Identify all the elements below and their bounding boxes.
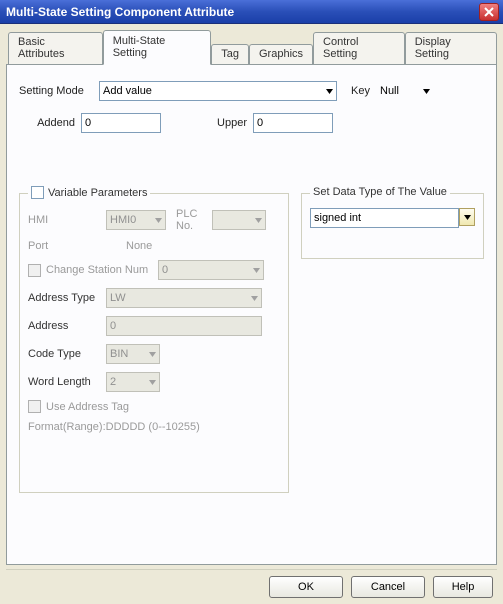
- address-type-value: LW: [110, 292, 126, 304]
- data-type-row: signed int: [310, 208, 475, 228]
- variable-parameters-group: Variable Parameters HMI HMI0 PLC No.: [19, 193, 289, 493]
- code-type-label: Code Type: [28, 348, 106, 360]
- setting-mode-combo[interactable]: Add value: [99, 81, 337, 101]
- window-title: Multi-State Setting Component Attribute: [6, 5, 479, 19]
- ok-button[interactable]: OK: [269, 576, 343, 598]
- code-type-value: BIN: [110, 348, 128, 360]
- tab-graphics[interactable]: Graphics: [249, 44, 313, 64]
- chevron-down-icon: [255, 217, 262, 224]
- change-station-combo: 0: [158, 260, 264, 280]
- lower-section: Variable Parameters HMI HMI0 PLC No.: [19, 193, 484, 493]
- data-type-value: signed int: [314, 212, 361, 224]
- port-value: None: [126, 240, 152, 252]
- chevron-down-icon: [155, 217, 162, 224]
- use-address-tag-label: Use Address Tag: [46, 401, 129, 413]
- address-label: Address: [28, 320, 106, 332]
- word-length-value: 2: [110, 376, 116, 388]
- change-station-row: Change Station Num 0: [28, 260, 280, 280]
- port-label: Port: [28, 240, 106, 252]
- chevron-down-icon: [149, 351, 156, 358]
- close-button[interactable]: [479, 3, 499, 21]
- word-length-row: Word Length 2: [28, 372, 280, 392]
- tab-multi-state-setting[interactable]: Multi-State Setting: [103, 30, 212, 65]
- key-value: Null: [380, 85, 399, 97]
- plcno-combo: [212, 210, 266, 230]
- address-type-label: Address Type: [28, 292, 106, 304]
- data-type-combo[interactable]: signed int: [310, 208, 459, 228]
- change-station-value: 0: [162, 264, 168, 276]
- chevron-down-icon: [149, 379, 156, 386]
- variable-parameters-checkbox[interactable]: [31, 186, 44, 199]
- tab-control-setting[interactable]: Control Setting: [313, 32, 405, 64]
- change-station-checkbox: [28, 264, 41, 277]
- variable-parameters-legend-text: Variable Parameters: [48, 187, 147, 199]
- tab-strip: Basic Attributes Multi-State Setting Tag…: [8, 30, 497, 64]
- help-button[interactable]: Help: [433, 576, 493, 598]
- dialog-body: Basic Attributes Multi-State Setting Tag…: [0, 24, 503, 604]
- set-data-type-legend: Set Data Type of The Value: [310, 186, 450, 198]
- port-row: Port None: [28, 240, 280, 252]
- address-type-row: Address Type LW: [28, 288, 280, 308]
- use-address-tag-row: Use Address Tag: [28, 400, 280, 413]
- setting-mode-row: Setting Mode Add value Key Null: [19, 81, 484, 101]
- chevron-down-icon: [251, 295, 258, 302]
- tab-display-setting[interactable]: Display Setting: [405, 32, 497, 64]
- address-input: [106, 316, 262, 336]
- word-length-label: Word Length: [28, 376, 106, 388]
- word-length-combo: 2: [106, 372, 160, 392]
- address-type-combo: LW: [106, 288, 262, 308]
- addend-label: Addend: [19, 117, 75, 129]
- variable-parameters-legend: Variable Parameters: [28, 186, 150, 199]
- close-icon: [484, 7, 494, 17]
- use-address-tag-checkbox: [28, 400, 41, 413]
- chevron-down-icon: [253, 267, 260, 274]
- addend-upper-row: Addend Upper: [19, 113, 484, 133]
- cancel-button[interactable]: Cancel: [351, 576, 425, 598]
- chevron-down-icon: [326, 88, 333, 95]
- set-data-type-legend-text: Set Data Type of The Value: [313, 186, 447, 198]
- chevron-down-icon: [423, 88, 430, 95]
- set-data-type-group: Set Data Type of The Value signed int: [301, 193, 484, 259]
- code-type-row: Code Type BIN: [28, 344, 280, 364]
- address-row: Address: [28, 316, 280, 336]
- dialog-button-row: OK Cancel Help: [6, 569, 497, 598]
- data-type-dropdown-button[interactable]: [459, 208, 475, 226]
- setting-mode-label: Setting Mode: [19, 85, 99, 97]
- upper-input[interactable]: [253, 113, 333, 133]
- plcno-label: PLC No.: [176, 208, 212, 232]
- hmi-row: HMI HMI0 PLC No.: [28, 208, 280, 232]
- key-label: Key: [351, 85, 377, 97]
- title-bar: Multi-State Setting Component Attribute: [0, 0, 503, 24]
- hmi-combo: HMI0: [106, 210, 166, 230]
- tab-basic-attributes[interactable]: Basic Attributes: [8, 32, 103, 64]
- chevron-down-icon: [464, 215, 471, 220]
- tab-tag[interactable]: Tag: [211, 44, 249, 64]
- hmi-label: HMI: [28, 214, 106, 226]
- hmi-value: HMI0: [110, 214, 136, 226]
- tab-panel: Setting Mode Add value Key Null Addend U…: [6, 64, 497, 565]
- addend-input[interactable]: [81, 113, 161, 133]
- format-range-text: Format(Range):DDDDD (0--10255): [28, 421, 280, 433]
- key-combo[interactable]: Null: [377, 81, 433, 101]
- setting-mode-value: Add value: [103, 85, 152, 97]
- upper-label: Upper: [191, 117, 247, 129]
- code-type-combo: BIN: [106, 344, 160, 364]
- change-station-label: Change Station Num: [46, 264, 158, 276]
